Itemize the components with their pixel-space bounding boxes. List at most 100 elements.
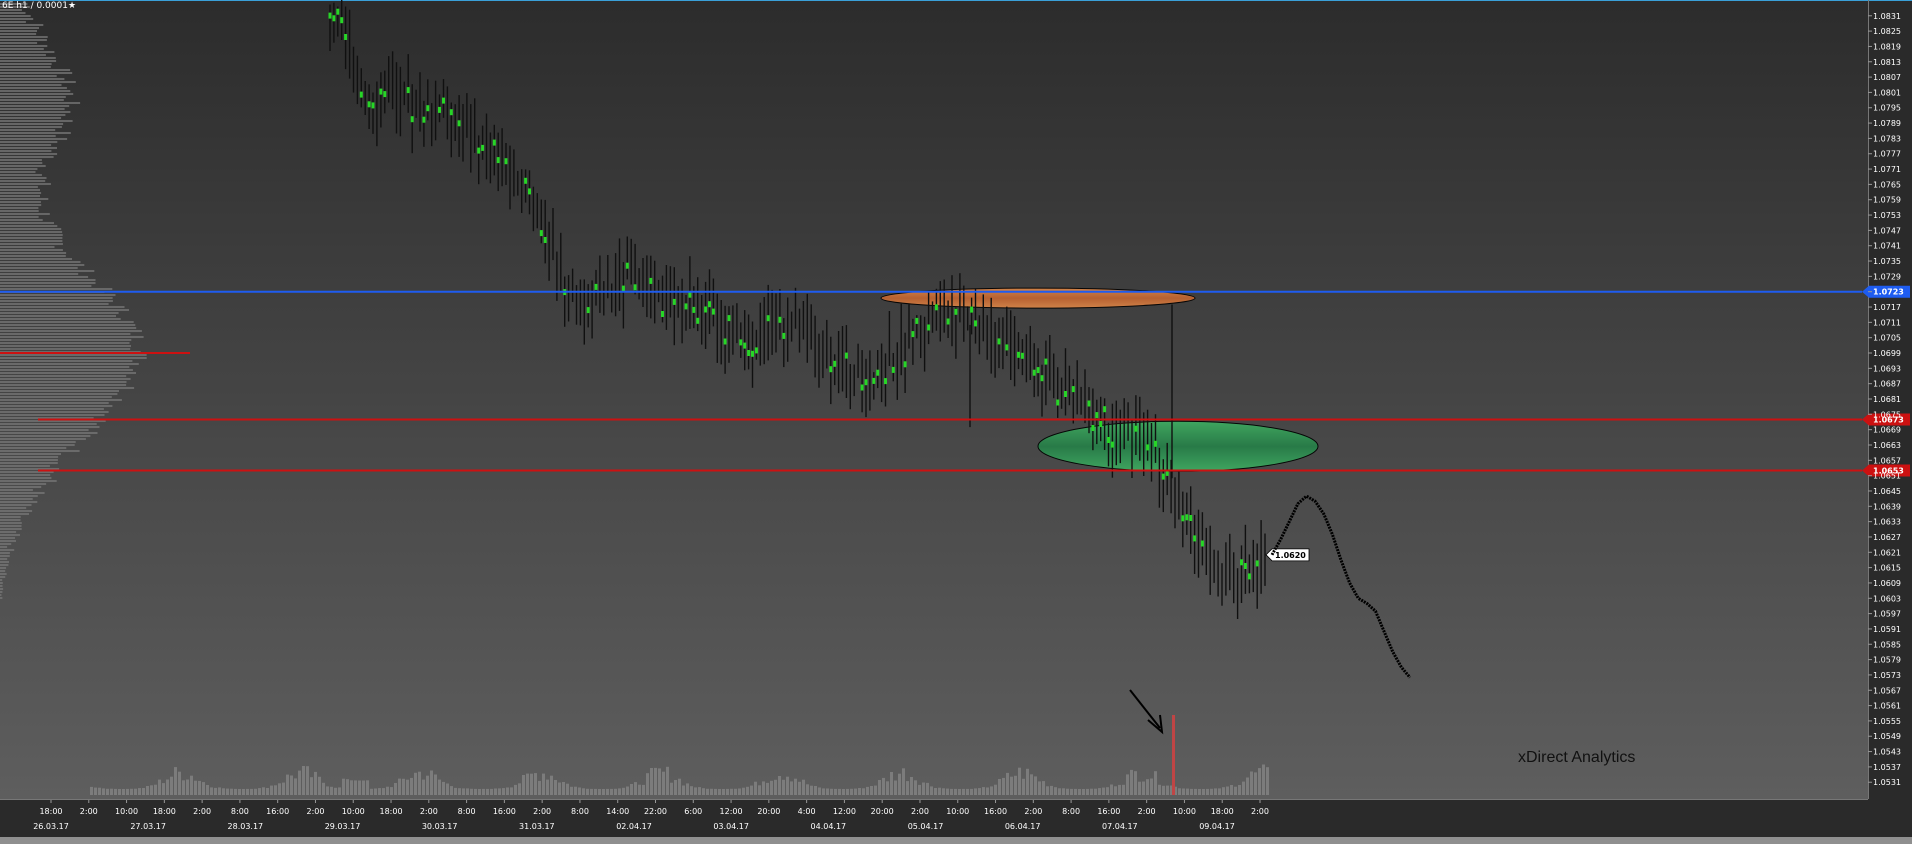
volume-bar bbox=[846, 788, 849, 795]
time-tick-label: 2:00 bbox=[1251, 807, 1269, 816]
volume-profile-bar bbox=[0, 210, 39, 212]
price-tick-label: 1.0663 bbox=[1873, 441, 1901, 450]
volume-bar bbox=[1126, 774, 1129, 795]
volume-bar bbox=[930, 786, 933, 795]
volume-bar bbox=[1150, 778, 1153, 795]
volume-bar bbox=[994, 784, 997, 795]
volume-bar bbox=[294, 778, 297, 795]
volume-bar bbox=[774, 779, 777, 795]
volume-profile-bar bbox=[0, 375, 127, 377]
volume-bar bbox=[1262, 764, 1265, 795]
volume-bar bbox=[346, 779, 349, 795]
volume-bar bbox=[170, 776, 173, 795]
volume-profile-bar bbox=[0, 288, 113, 290]
volume-bar bbox=[1158, 784, 1161, 795]
volume-profile-bar bbox=[0, 45, 48, 47]
price-tick-label: 1.0747 bbox=[1873, 226, 1901, 235]
volume-bar bbox=[474, 788, 477, 795]
date-label: 06.04.17 bbox=[1005, 822, 1041, 831]
candle-body-green bbox=[1181, 515, 1185, 522]
volume-spike-bar bbox=[1172, 715, 1175, 795]
volume-profile-bar bbox=[0, 396, 112, 398]
volume-bar bbox=[274, 785, 277, 795]
price-tick-label: 1.0573 bbox=[1873, 671, 1901, 680]
volume-bar bbox=[506, 787, 509, 795]
volume-profile-bar bbox=[0, 165, 46, 167]
volume-profile-bar bbox=[0, 333, 131, 335]
volume-bar bbox=[854, 788, 857, 795]
volume-profile-bar bbox=[0, 126, 62, 128]
volume-profile-bar bbox=[0, 366, 130, 368]
volume-bar bbox=[1034, 776, 1037, 795]
candle-body-green bbox=[496, 157, 500, 164]
volume-bar bbox=[934, 788, 937, 795]
volume-profile-bar bbox=[0, 465, 50, 467]
candle-body-green bbox=[891, 366, 895, 373]
volume-profile-bar bbox=[0, 363, 139, 365]
volume-profile-bar bbox=[0, 225, 58, 227]
volume-bar bbox=[1038, 781, 1041, 795]
volume-bar bbox=[238, 789, 241, 795]
volume-bar bbox=[266, 788, 269, 795]
price-tick-label: 1.0591 bbox=[1873, 625, 1901, 634]
candle-body-green bbox=[442, 97, 445, 104]
volume-profile-bar bbox=[0, 198, 49, 200]
volume-bar bbox=[746, 786, 749, 795]
volume-profile-bar bbox=[0, 441, 76, 443]
volume-bar bbox=[830, 788, 833, 795]
volume-bar bbox=[1218, 788, 1221, 795]
candle-body-green bbox=[1064, 391, 1067, 397]
date-label: 03.04.17 bbox=[713, 822, 749, 831]
volume-bar bbox=[922, 782, 925, 795]
candle-body-green bbox=[438, 106, 441, 113]
candle-body-green bbox=[422, 116, 426, 123]
volume-profile-bar bbox=[0, 534, 20, 536]
volume-bar bbox=[522, 775, 525, 795]
candle-body-green bbox=[504, 158, 508, 165]
volume-bar bbox=[118, 789, 121, 795]
volume-bar bbox=[430, 770, 433, 795]
volume-bar bbox=[886, 781, 889, 795]
volume-profile-bar bbox=[0, 528, 22, 530]
volume-profile-bar bbox=[0, 195, 40, 197]
volume-profile-bar bbox=[0, 348, 131, 350]
volume-bar bbox=[162, 783, 165, 795]
volume-bar bbox=[598, 789, 601, 795]
price-tick-label: 1.0531 bbox=[1873, 778, 1901, 787]
volume-bar bbox=[438, 779, 441, 795]
volume-profile-bar bbox=[0, 318, 121, 320]
volume-bar bbox=[1226, 786, 1229, 795]
volume-profile-bar bbox=[0, 192, 42, 194]
volume-profile-bar bbox=[0, 576, 6, 578]
volume-profile-bar bbox=[0, 276, 89, 278]
volume-bar bbox=[950, 788, 953, 795]
volume-profile-bar bbox=[0, 315, 116, 317]
price-tick-label: 1.0741 bbox=[1873, 242, 1901, 251]
volume-bar bbox=[1090, 788, 1093, 795]
volume-bar bbox=[198, 780, 201, 795]
volume-bar bbox=[618, 788, 621, 795]
volume-profile-bar bbox=[0, 204, 42, 206]
volume-profile-bar bbox=[0, 105, 70, 107]
chart-root: 1.0723 1.0673 1.0653 1.0620 1.0831 1.0825 1.0… bbox=[0, 0, 1912, 844]
volume-bar bbox=[98, 787, 101, 795]
volume-profile-bar bbox=[0, 462, 58, 464]
volume-bar bbox=[1114, 786, 1117, 795]
volume-bar bbox=[446, 783, 449, 795]
volume-profile-bar bbox=[0, 378, 131, 380]
volume-profile-bar bbox=[0, 561, 9, 563]
volume-bar bbox=[206, 785, 209, 795]
candle-body-green bbox=[336, 8, 340, 15]
volume-profile-bar bbox=[0, 492, 45, 494]
volume-profile-bar bbox=[0, 387, 135, 389]
volume-profile-bar bbox=[0, 405, 113, 407]
candle-body-green bbox=[625, 262, 629, 269]
volume-profile-bar bbox=[0, 360, 133, 362]
candle-body-green bbox=[1193, 535, 1197, 542]
volume-bar bbox=[142, 788, 145, 795]
price-tick-label: 1.0687 bbox=[1873, 380, 1901, 389]
volume-bar bbox=[398, 778, 401, 795]
volume-profile-bar bbox=[0, 483, 47, 485]
candle-body-green bbox=[1036, 367, 1040, 374]
volume-bar bbox=[1054, 787, 1057, 795]
